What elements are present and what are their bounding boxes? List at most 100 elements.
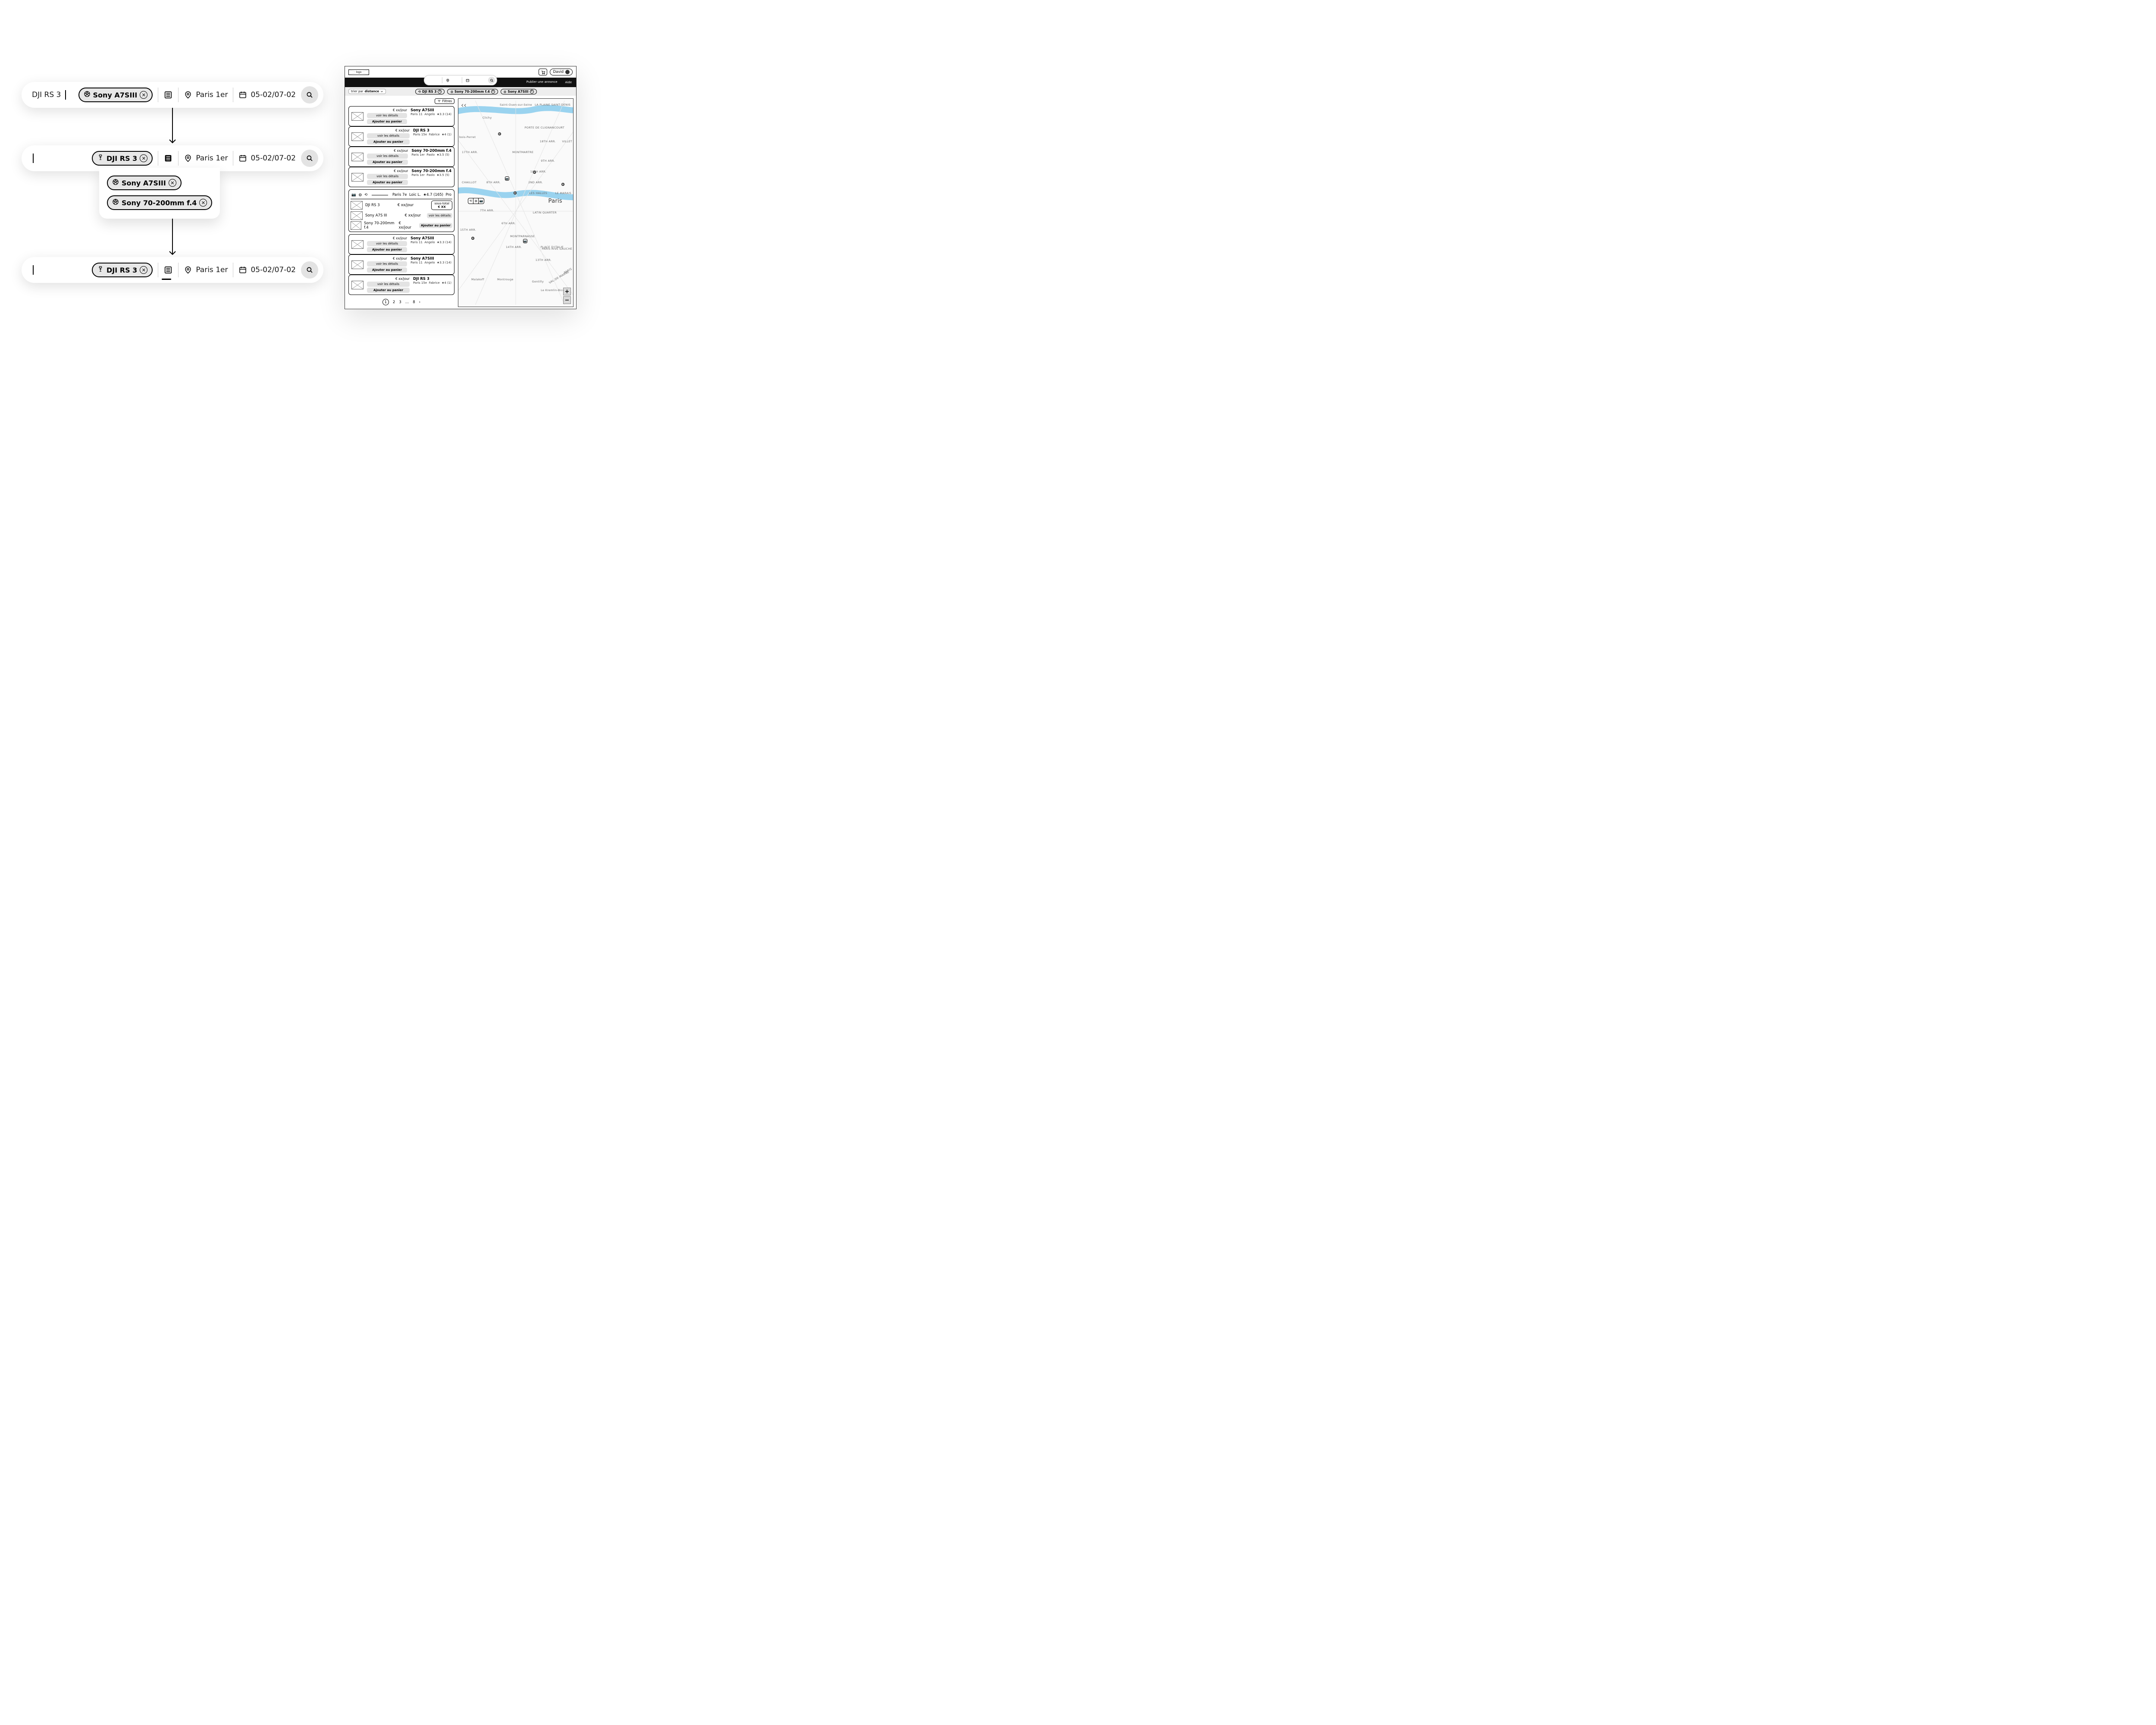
user-menu[interactable]: David: [550, 69, 573, 75]
add-to-cart-button[interactable]: Ajouter au panier: [367, 180, 408, 185]
result-card[interactable]: Sony 70-200mm f.4Paris 1er Paolo ★3.5 (5…: [348, 147, 454, 167]
page-link[interactable]: 2: [393, 300, 395, 304]
list-toggle[interactable]: [158, 85, 178, 104]
result-card[interactable]: Sony A7SIIIParis 11 Angelo ★3.3 (14)€ xx…: [348, 234, 454, 254]
location-segment[interactable]: Paris 1er: [179, 260, 233, 279]
dates-segment[interactable]: 05-02/07-02: [233, 149, 301, 168]
close-icon[interactable]: ✕: [140, 266, 147, 274]
page-link[interactable]: 3: [399, 300, 401, 304]
arrow-down-icon: [22, 106, 323, 147]
map-label: 13TH ARR.: [536, 258, 552, 262]
details-button[interactable]: voir les détails: [367, 174, 408, 179]
result-meta: Paris 15e Fabrice ★4 (1): [413, 133, 451, 136]
search-button[interactable]: [301, 261, 318, 279]
chip-sony-70-200[interactable]: Sony 70-200mm f.4 ✕: [107, 195, 212, 210]
result-card[interactable]: DJI RS 3Paris 15e Fabrice ★4 (1)€ xx/jou…: [348, 126, 454, 147]
nav-help[interactable]: Aide: [565, 81, 572, 84]
close-icon[interactable]: ✕: [140, 154, 147, 162]
map-pin[interactable]: 📷: [523, 239, 527, 243]
thumb-placeholder: [351, 260, 364, 269]
location-segment[interactable]: Paris 1er: [179, 149, 233, 168]
result-meta: Paris 11 Angelo ★3.3 (14): [411, 241, 451, 244]
add-to-cart-button[interactable]: Ajouter au panier: [367, 160, 408, 165]
map-pin[interactable]: ◍: [533, 171, 536, 174]
map-pin[interactable]: ◍: [514, 191, 517, 194]
app-frame: logo David Publier une annonce Aide Quoi…: [345, 66, 577, 309]
search-button[interactable]: [488, 77, 495, 84]
dates-segment[interactable]: 05-02/07-02: [233, 85, 301, 104]
chip-dji-rs3[interactable]: DJI RS 3 ✕: [92, 151, 153, 166]
text-caret: [65, 90, 66, 100]
zoom-in-button[interactable]: +: [563, 288, 571, 295]
map-pin[interactable]: ◍: [561, 183, 564, 186]
result-card[interactable]: Sony 70-200mm f.4Paris 1er Paolo ★3.5 (5…: [348, 167, 454, 187]
close-icon[interactable]: ✕: [530, 90, 534, 94]
search-button[interactable]: [301, 86, 318, 104]
add-to-cart-button[interactable]: Ajouter au panier: [367, 247, 407, 252]
thumb-placeholder: [351, 112, 364, 121]
dates-text: 05-02/07-02: [251, 154, 296, 163]
details-button[interactable]: voir les détails: [367, 261, 407, 267]
nav-publish[interactable]: Publier une annonce: [526, 81, 558, 84]
details-button[interactable]: voir les détails: [367, 113, 407, 118]
map-pane[interactable]: ‹‹ Saint-Ouen-sur-Seine LA PLAINE SAINT-…: [458, 98, 573, 307]
bundle-card[interactable]: 📷 ◍ ⟲ Paris 7e Loic L. ★4.7 (165) Pro DJ…: [348, 189, 454, 232]
close-icon[interactable]: ✕: [491, 90, 495, 94]
map-pin-multi[interactable]: ⟲◍📷: [468, 198, 484, 204]
search-where[interactable]: Où ?: [444, 78, 460, 82]
close-icon[interactable]: ✕: [438, 90, 442, 94]
close-icon[interactable]: ✕: [169, 179, 176, 187]
cart-button[interactable]: [539, 69, 547, 75]
map-pin[interactable]: ◍: [471, 237, 474, 240]
details-button[interactable]: voir les détails: [367, 282, 410, 287]
search-what[interactable]: Quoi ?: [426, 78, 440, 82]
result-card[interactable]: Sony A7SIIIParis 11 Angelo ★3.3 (14)€ xx…: [348, 254, 454, 275]
details-button[interactable]: voir les détails: [427, 213, 452, 218]
page-link[interactable]: 8: [413, 300, 415, 304]
map-label: Montrouge: [497, 278, 514, 281]
location-segment[interactable]: Paris 1er: [179, 85, 233, 104]
result-title: Sony 70-200mm f.4: [411, 169, 451, 173]
close-icon[interactable]: ✕: [199, 199, 207, 207]
search-button[interactable]: [301, 150, 318, 167]
bundle-item-title: DJI RS 3: [365, 203, 380, 207]
chip-sony-a7siii[interactable]: Sony A7SIII ✕: [107, 176, 182, 190]
chip-dji-rs3[interactable]: DJI RS 3 ✕: [92, 263, 153, 277]
add-to-cart-button[interactable]: Ajouter au panier: [367, 139, 410, 144]
details-button[interactable]: voir les détails: [367, 241, 407, 246]
close-icon[interactable]: ✕: [140, 91, 147, 99]
search-input-text[interactable]: DJI RS 3: [32, 91, 61, 99]
page-current[interactable]: 1: [382, 299, 389, 305]
arrow-down-icon: [22, 218, 323, 259]
result-card[interactable]: DJI RS 3Paris 15e Fabrice ★4 (1)€ xx/jou…: [348, 275, 454, 295]
result-card[interactable]: Sony A7SIIIParis 11 Angelo ★3.3 (14)€ xx…: [348, 106, 454, 126]
chip-dji-rs3[interactable]: ⟲DJI RS 3✕: [415, 89, 445, 94]
map-back-icon[interactable]: ‹‹: [461, 101, 467, 109]
location-text: Paris 1er: [196, 266, 228, 274]
dates-segment[interactable]: 05-02/07-02: [233, 260, 301, 279]
details-button[interactable]: voir les détails: [367, 154, 408, 159]
add-to-cart-button[interactable]: Ajouter au panier: [419, 223, 452, 228]
chip-sony-70-200[interactable]: ◍Sony 70-200mm f.4✕: [447, 89, 498, 94]
details-button[interactable]: voir les détails: [367, 133, 410, 138]
subtotal-box: sous-total€ XX: [431, 201, 452, 210]
list-toggle-active[interactable]: [158, 149, 178, 168]
add-to-cart-button[interactable]: Ajouter au panier: [367, 267, 407, 273]
search-when[interactable]: Quand ?: [464, 78, 486, 82]
chip-sony-a7siii[interactable]: Sony A7SIII ✕: [78, 88, 153, 102]
chip-sony-a7siii[interactable]: ◍Sony A7SIII✕: [501, 89, 537, 94]
filters-button[interactable]: Filtres: [435, 98, 454, 104]
map-pin[interactable]: 📷: [505, 176, 509, 181]
sort-dropdown[interactable]: trier par distance: [348, 89, 386, 94]
bundle-meta: Paris 7e Loic L. ★4.7 (165) Pro: [392, 193, 451, 197]
zoom-out-button[interactable]: −: [563, 296, 571, 304]
map-label: LATIN QUARTER: [533, 211, 557, 214]
add-to-cart-button[interactable]: Ajouter au panier: [367, 288, 410, 293]
result-meta: Paris 11 Angelo ★3.3 (14): [411, 261, 451, 264]
map-label: 17TH ARR.: [462, 151, 478, 154]
add-to-cart-button[interactable]: Ajouter au panier: [367, 119, 407, 124]
map-pin[interactable]: ◍: [498, 132, 501, 135]
page-next[interactable]: ›: [419, 300, 420, 304]
list-toggle-badged[interactable]: [158, 260, 178, 279]
thumb-placeholder: [351, 221, 361, 230]
